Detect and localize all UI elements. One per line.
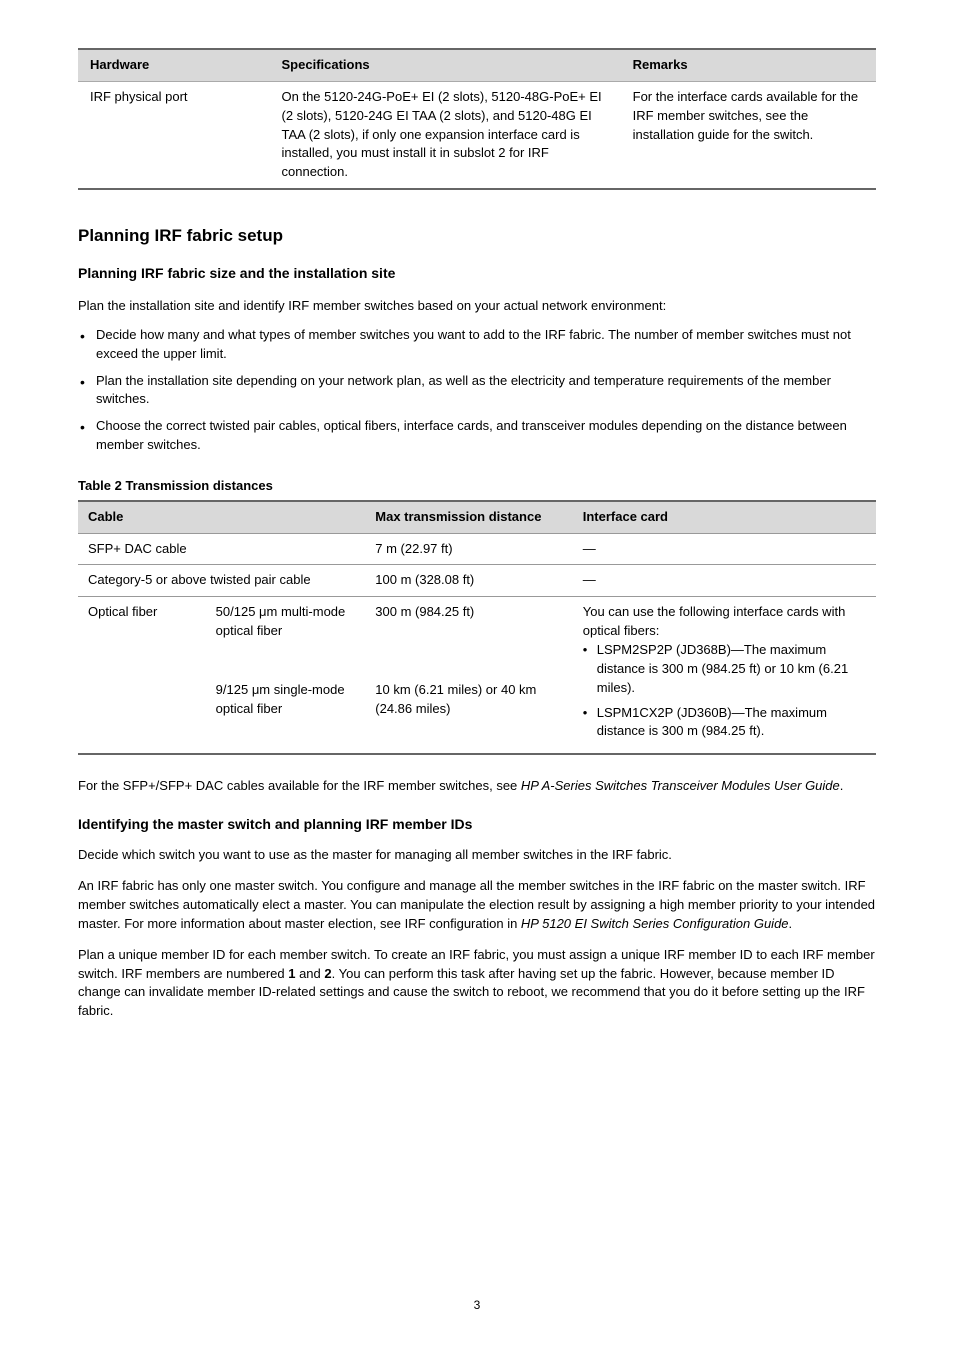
body-paragraph: Plan a unique member ID for each member … (78, 946, 876, 1021)
table2-caption: Table 2 Transmission distances (78, 477, 876, 496)
t2-fiber-dist: 300 m (984.25 ft) (365, 597, 572, 675)
transmission-distance-table: Cable Max transmission distance Interfac… (78, 500, 876, 755)
t2-h2: Max transmission distance (365, 501, 572, 533)
t1-h2: Specifications (270, 49, 621, 81)
table-row: SFP+ DAC cable 7 m (22.97 ft) — (78, 533, 876, 565)
section-heading: Planning IRF fabric setup (78, 224, 876, 249)
t1-h1: Hardware (78, 49, 270, 81)
body-paragraph: An IRF fabric has only one master switch… (78, 877, 876, 934)
t2-cable: SFP+ DAC cable (78, 533, 365, 565)
doc-title-ital: HP 5120 EI Switch Series Configuration G… (521, 916, 789, 931)
body-text: For the SFP+/SFP+ DAC cables available f… (78, 777, 876, 1021)
section-subheading: Planning IRF fabric size and the install… (78, 263, 876, 283)
fiber-card-list: LSPM2SP2P (JD368B)—The maximum distance … (583, 641, 866, 741)
page-number: 3 (0, 1297, 954, 1314)
text-run: For the SFP+/SFP+ DAC cables available f… (78, 778, 521, 793)
list-item: Decide how many and what types of member… (96, 326, 876, 364)
t1-hw: IRF physical port (78, 81, 270, 189)
table-row: IRF physical port On the 5120-24G-PoE+ E… (78, 81, 876, 189)
t2-h3: Interface card (573, 501, 876, 533)
t1-spec: On the 5120-24G-PoE+ EI (2 slots), 5120-… (270, 81, 621, 189)
t2-fiber-dist: 10 km (6.21 miles) or 40 km (24.86 miles… (365, 675, 572, 754)
list-item: Choose the correct twisted pair cables, … (96, 417, 876, 455)
text-run: . (789, 916, 793, 931)
t1-h3: Remarks (621, 49, 876, 81)
body-paragraph: For the SFP+/SFP+ DAC cables available f… (78, 777, 876, 796)
t2-dist: 7 m (22.97 ft) (365, 533, 572, 565)
planning-bullets: Decide how many and what types of member… (78, 326, 876, 455)
doc-title-ital: HP A-Series Switches Transceiver Modules… (521, 778, 840, 793)
t2-card: — (573, 565, 876, 597)
table-row: Optical fiber 50/125 μm multi-mode optic… (78, 597, 876, 675)
text-run: . (840, 778, 844, 793)
t2-card: — (573, 533, 876, 565)
body-subheading: Identifying the master switch and planni… (78, 814, 876, 834)
text-run: and (295, 966, 324, 981)
t2-fiber-card: You can use the following interface card… (573, 597, 876, 754)
body-paragraph: Decide which switch you want to use as t… (78, 846, 876, 865)
t2-fiber-sub: 9/125 μm single-mode optical fiber (206, 675, 366, 754)
list-item: LSPM1CX2P (JD360B)—The maximum distance … (597, 704, 866, 742)
t2-fiber-label: Optical fiber (78, 597, 206, 754)
table-row: Category-5 or above twisted pair cable 1… (78, 565, 876, 597)
intro-paragraph: Plan the installation site and identify … (78, 297, 876, 316)
t2-fiber-sub: 50/125 μm multi-mode optical fiber (206, 597, 366, 675)
t1-rem: For the interface cards available for th… (621, 81, 876, 189)
list-item: Plan the installation site depending on … (96, 372, 876, 410)
t2-dist: 100 m (328.08 ft) (365, 565, 572, 597)
list-item: LSPM2SP2P (JD368B)—The maximum distance … (597, 641, 866, 698)
hardware-specs-table: Hardware Specifications Remarks IRF phys… (78, 48, 876, 190)
fiber-card-intro: You can use the following interface card… (583, 604, 846, 638)
t2-cable: Category-5 or above twisted pair cable (78, 565, 365, 597)
t2-h1: Cable (78, 501, 365, 533)
number-bold: 2 (324, 966, 331, 981)
